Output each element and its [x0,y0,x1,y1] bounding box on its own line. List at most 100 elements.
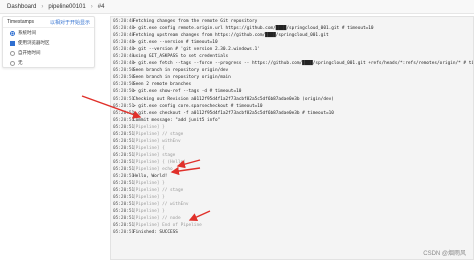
line-text: > git.exe config remote.origin.url https… [133,26,374,32]
line-text: [Pipeline] // node [133,216,181,222]
line-text: [Pipeline] End of Pipeline [133,223,202,229]
line-text: Commit message: "add junit5 info" [133,117,221,123]
console-line: 05:20:51 Commit message: "add junit5 info… [111,117,473,124]
console-line: 05:20:48 Fetching upstream changes from h… [111,32,473,39]
line-timestamp: 05:20:51 [113,188,135,194]
option-label: 无 [18,60,23,65]
console-line: 05:20:48 > git.exe config remote.origin.u… [111,25,473,32]
radio-system-time[interactable] [10,30,15,36]
console-line: 05:20:51 [Pipeline] { [111,145,473,152]
line-timestamp: 05:20:51 [113,152,135,158]
watermark: CSDN @烟雨风 [423,251,466,257]
line-text: [Pipeline] { (Hello) [133,159,186,165]
breadcrumb-dashboard[interactable]: Dashboard [5,4,38,10]
console-line: 05:20:48 > git.exe fetch --tags --force -… [111,60,473,67]
line-text: [Pipeline] { [133,145,165,151]
console-line: 05:20:51 Finished: SUCCESS [111,229,473,236]
line-timestamp: 05:20:51 [113,145,135,151]
line-timestamp: 05:20:51 [113,202,135,208]
line-timestamp: 05:20:48 [113,19,135,24]
line-timestamp: 05:20:48 [113,40,135,46]
breadcrumb-separator: › [90,3,93,10]
line-timestamp: 05:20:50 [113,75,135,81]
line-timestamp: 05:20:51 [113,181,135,187]
radio-none[interactable] [10,60,15,66]
line-text: [Pipeline] } [133,124,165,130]
option-label: 系统时间 [18,30,36,35]
line-timestamp: 05:20:51 [113,138,135,144]
option-system-time[interactable]: 系统时间 [3,28,94,38]
console-line: 05:20:51 [Pipeline] withEnv [111,138,473,145]
line-text: Fetching changes from the remote Git rep… [133,19,258,24]
option-label: 使用浏览器时区 [18,40,50,45]
console-line: 05:20:51 [Pipeline] } [111,180,473,187]
line-timestamp: 05:20:51 [113,96,135,102]
console-line: 05:20:51 [Pipeline] // node [111,215,473,222]
console-line: 05:20:48 > git --version # 'git version 2… [111,46,473,53]
checkbox-browser-timezone[interactable] [10,40,15,46]
line-text: Seen branch in repository origin/dev [133,68,229,74]
console-line: 05:20:51 > git.exe checkout -f a0112f95d4… [111,110,473,117]
line-timestamp: 05:20:50 [113,82,135,88]
line-text: [Pipeline] } [133,195,165,201]
line-text: > git.exe show-ref --tags -d # timeout=1… [133,89,242,95]
console-line: 05:20:51 [Pipeline] End of Pipeline [111,222,473,229]
line-text: [Pipeline] // stage [133,188,184,194]
line-timestamp: 05:20:51 [113,117,135,123]
line-timestamp: 05:20:48 [113,47,135,53]
timestamps-panel: Timestamps 以相对于开始显示 系统时间 使用浏览器时区 自开始时间 无 [2,16,95,68]
line-text: Seen 2 remote branches [133,82,192,88]
line-timestamp: 05:20:51 [113,103,135,109]
console-line: 05:20:50 Seen branch in repository origin… [111,74,473,81]
line-timestamp: 05:20:51 [113,216,135,222]
line-timestamp: 05:20:50 [113,68,135,74]
line-text: [Pipeline] // stage [133,131,184,137]
line-timestamp: 05:20:48 [113,26,135,32]
line-text: Hello, World! [133,174,168,180]
timestamps-title: Timestamps [7,19,35,25]
console-line: 05:20:50 Seen 2 remote branches [111,81,473,88]
console-line: 05:20:50 Seen branch in repository origin… [111,67,473,74]
console-output: 05:20:48 Fetching changes from the remote… [110,16,474,260]
console-line: 05:20:51 [Pipeline] } [111,124,473,131]
console-line: 05:20:51 [Pipeline] // stage [111,131,473,138]
relative-time-link[interactable]: 以相对于开始显示 [50,19,90,26]
console-line: 05:20:51 Checking out Revision a0112f95d4… [111,96,473,103]
console-line: 05:20:51 [Pipeline] } [111,208,473,215]
console-line: 05:20:48 Fetching changes from the remote… [111,18,473,25]
line-text: Seen branch in repository origin/main [133,75,231,81]
line-text: > git.exe --version # timeout=10 [133,40,218,46]
line-timestamp: 05:20:51 [113,124,135,130]
line-text: Checking out Revision a0112f95d4f1a2f73a… [133,96,334,102]
line-timestamp: 05:20:51 [113,223,135,229]
breadcrumb-separator: › [41,3,44,10]
breadcrumb-build[interactable]: #4 [96,4,107,10]
line-timestamp: 05:20:50 [113,89,135,95]
console-line: 05:20:51 Hello, World! [111,173,473,180]
option-browser-timezone[interactable]: 使用浏览器时区 [3,38,94,48]
line-text: [Pipeline] } [133,209,165,215]
line-timestamp: 05:20:51 [113,131,135,137]
line-text: > git --version # 'git version 2.30.2.wi… [133,47,260,53]
console-line: 05:20:50 > git.exe show-ref --tags -d # t… [111,88,473,95]
radio-elapsed-time[interactable] [10,50,15,56]
line-timestamp: 05:20:51 [113,230,135,236]
breadcrumb-pipeline[interactable]: pipeline00101 [46,4,87,10]
line-text: [Pipeline] } [133,181,165,187]
option-none[interactable]: 无 [3,58,94,68]
line-text: > git.exe checkout -f a0112f95d4f1a2f73a… [133,110,334,116]
line-timestamp: 05:20:48 [113,61,135,67]
line-timestamp: 05:20:48 [113,54,135,60]
line-text: [Pipeline] echo [133,166,173,172]
console-line: 05:20:51 > git.exe config core.sparsechec… [111,103,473,110]
line-text: > git.exe fetch --tags --force --progres… [133,61,473,67]
line-text: Finished: SUCCESS [133,230,178,236]
console-line: 05:20:51 [Pipeline] } [111,194,473,201]
breadcrumb: Dashboard › pipeline00101 › #4 [0,0,474,14]
line-timestamp: 05:20:48 [113,33,135,39]
line-text: [Pipeline] // withEnv [133,202,189,208]
line-timestamp: 05:20:51 [113,159,135,165]
option-elapsed-time[interactable]: 自开始时间 [3,48,94,58]
line-timestamp: 05:20:51 [113,166,135,172]
option-label: 自开始时间 [18,50,41,55]
